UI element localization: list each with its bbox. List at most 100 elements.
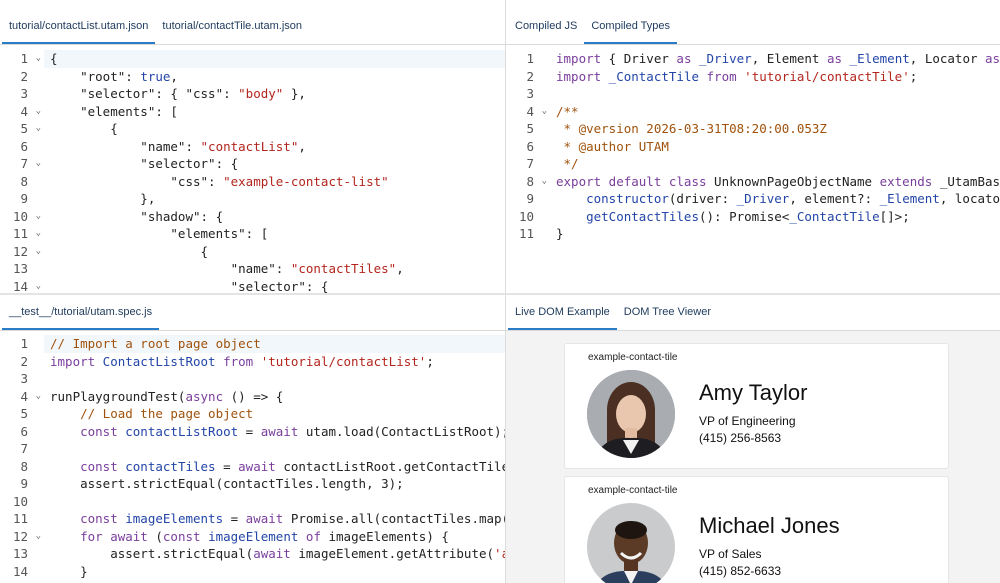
code-line[interactable]: 3 "selector": { "css": "body" }, <box>0 85 505 103</box>
contact-tile[interactable]: example-contact-tile Amy Taylor VP of En… <box>564 343 949 469</box>
horizontal-splitter[interactable] <box>0 293 1000 295</box>
fold-chevron-icon[interactable]: ⌄ <box>36 388 41 406</box>
code-line[interactable]: 2 "root": true, <box>0 67 505 85</box>
code-line[interactable]: 6 * @author UTAM <box>506 137 1000 156</box>
code-token: "shadow": { <box>50 208 224 224</box>
line-number: 13 <box>0 545 44 563</box>
code-line[interactable]: 6 const contactListRoot = await utam.loa… <box>0 422 505 440</box>
code-line[interactable]: 7 */ <box>506 155 1000 173</box>
line-number-label: 6 <box>526 138 534 154</box>
line-number-label: 4 <box>20 388 28 404</box>
code-text: { <box>44 120 118 138</box>
fold-chevron-icon[interactable]: ⌄ <box>542 173 547 191</box>
code-token: _ContactTile <box>789 208 880 224</box>
contact-title: VP of Sales <box>699 547 762 561</box>
compiled-types-editor[interactable]: 1 import { Driver as _Driver, Element as … <box>506 50 1000 243</box>
tab-live-dom-example[interactable]: Live DOM Example <box>508 306 617 330</box>
line-number-label: 9 <box>20 476 28 491</box>
code-token: { <box>50 243 209 259</box>
code-line[interactable]: 12 ⌄ for await (const imageElement of ima… <box>0 527 505 546</box>
code-line[interactable]: 2 import _ContactTile from 'tutorial/cont… <box>506 67 1000 85</box>
code-text: { <box>44 243 209 261</box>
line-number: 9 <box>506 190 550 208</box>
code-line[interactable]: 14 ⌄ "selector": { <box>0 277 505 294</box>
code-text: const imageElements = await Promise.all(… <box>44 510 505 528</box>
code-line[interactable]: 7 ⌄ "selector": { <box>0 155 505 173</box>
line-number: 2 <box>506 67 550 85</box>
code-line[interactable]: 11} <box>506 225 1000 243</box>
code-line[interactable]: 10 getContactTiles(): Promise<_ContactTi… <box>506 207 1000 225</box>
code-line[interactable]: 1 import { Driver as _Driver, Element as … <box>506 50 1000 68</box>
tab-compiled-js[interactable]: Compiled JS <box>508 20 584 44</box>
code-text: "selector": { <box>44 278 329 294</box>
fold-chevron-icon[interactable]: ⌄ <box>36 103 41 121</box>
code-line[interactable]: 13 assert.strictEqual(await imageElement… <box>0 545 505 563</box>
code-token: = <box>223 511 246 526</box>
code-line[interactable]: 6 "name": "contactList", <box>0 137 505 155</box>
line-number: 6 <box>0 422 44 440</box>
line-number: 1 ⌄ <box>0 50 44 68</box>
code-line[interactable]: 4 ⌄ "elements": [ <box>0 102 505 121</box>
line-number-label: 2 <box>526 68 534 84</box>
fold-chevron-icon[interactable]: ⌄ <box>36 50 41 68</box>
line-number-label: 5 <box>20 406 28 421</box>
vertical-splitter[interactable] <box>505 0 506 583</box>
code-token: , <box>396 261 404 276</box>
code-line[interactable]: 3 <box>0 370 505 388</box>
code-line[interactable]: 14 } <box>0 562 505 580</box>
code-token: import <box>50 353 96 369</box>
code-line[interactable]: 9 assert.strictEqual(contactTiles.length… <box>0 475 505 493</box>
code-token: assert.strictEqual(contactTiles.length, … <box>50 476 404 491</box>
code-line[interactable]: 1 // Import a root page object <box>0 335 505 353</box>
contact-tile-tag: example-contact-tile <box>588 352 678 363</box>
code-line[interactable]: 5 // Load the page object <box>0 405 505 423</box>
tab-contact-tile-json[interactable]: tutorial/contactTile.utam.json <box>155 20 309 44</box>
code-line[interactable]: 11 const imageElements = await Promise.a… <box>0 510 505 528</box>
line-number: 12 ⌄ <box>0 242 44 261</box>
code-line[interactable]: 7 <box>0 440 505 458</box>
fold-chevron-icon[interactable]: ⌄ <box>542 103 547 121</box>
code-line[interactable]: 8 const contactTiles = await contactList… <box>0 457 505 475</box>
tab-dom-tree-viewer[interactable]: DOM Tree Viewer <box>617 306 718 330</box>
code-line[interactable]: 2 import ContactListRoot from 'tutorial/c… <box>0 352 505 370</box>
code-line[interactable]: 9 }, <box>0 190 505 208</box>
code-line[interactable]: 10 <box>0 492 505 510</box>
code-token: 'a <box>494 546 505 561</box>
code-line[interactable]: 5 * @version 2026-03-31T08:20:00.053Z <box>506 120 1000 138</box>
fold-chevron-icon[interactable]: ⌄ <box>36 120 41 138</box>
json-code-editor[interactable]: 1 ⌄{2 "root": true, 3 "selector": { "css":… <box>0 50 505 293</box>
line-number-label: 7 <box>20 441 28 456</box>
code-line[interactable]: 10 ⌄ "shadow": { <box>0 207 505 226</box>
tab-utam-spec[interactable]: __test__/tutorial/utam.spec.js <box>2 306 160 330</box>
line-number: 14 <box>0 562 44 580</box>
code-line[interactable]: 4 ⌄/** <box>506 102 1000 121</box>
tab-contact-list-json[interactable]: tutorial/contactList.utam.json <box>2 20 156 44</box>
code-token: as <box>676 51 692 66</box>
fold-chevron-icon[interactable]: ⌄ <box>36 225 41 243</box>
code-line[interactable]: 11 ⌄ "elements": [ <box>0 225 505 243</box>
code-line[interactable]: 5 ⌄ { <box>0 120 505 138</box>
test-spec-editor[interactable]: 1 // Import a root page object 2 import Con… <box>0 335 505 580</box>
tab-compiled-types[interactable]: Compiled Types <box>584 20 678 44</box>
contact-avatar <box>587 503 675 583</box>
fold-chevron-icon[interactable]: ⌄ <box>36 528 41 546</box>
code-line[interactable]: 8 "css": "example-contact-list" <box>0 172 505 190</box>
fold-chevron-icon[interactable]: ⌄ <box>36 243 41 261</box>
contact-tile[interactable]: example-contact-tile Michael Jones VP of… <box>564 476 949 583</box>
code-line[interactable]: 9 constructor(driver: _Driver, element?:… <box>506 190 1000 208</box>
fold-chevron-icon[interactable]: ⌄ <box>36 278 41 294</box>
code-line[interactable]: 1 ⌄{ <box>0 50 505 68</box>
code-text: * @author UTAM <box>550 138 669 156</box>
code-line[interactable]: 13 "name": "contactTiles", <box>0 260 505 278</box>
code-line[interactable]: 4 ⌄ runPlaygroundTest(async () => { <box>0 387 505 406</box>
fold-chevron-icon[interactable]: ⌄ <box>36 155 41 173</box>
code-line[interactable]: 12 ⌄ { <box>0 242 505 261</box>
code-line[interactable]: 8 ⌄ export default class UnknownPageObject… <box>506 172 1000 191</box>
contact-name: Michael Jones <box>699 513 840 538</box>
line-number-label: 9 <box>20 191 28 206</box>
code-token: (): Promise< <box>699 208 790 224</box>
code-text: "shadow": { <box>44 208 223 226</box>
fold-chevron-icon[interactable]: ⌄ <box>36 208 41 226</box>
code-text: "selector": { "css": "body" }, <box>44 85 306 103</box>
code-line[interactable]: 3 <box>506 85 1000 103</box>
